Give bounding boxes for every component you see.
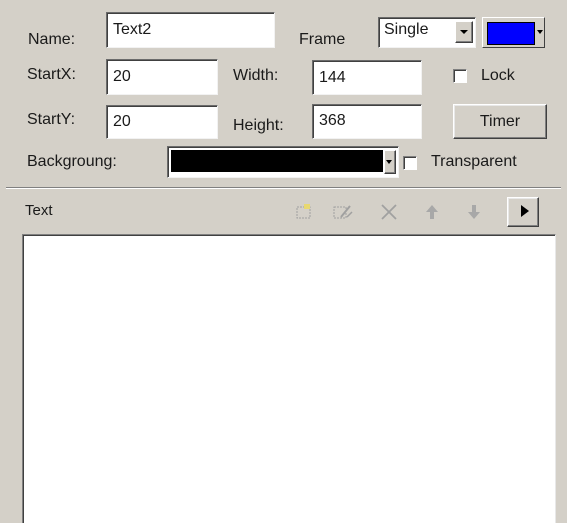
play-icon	[520, 204, 529, 217]
startx-field[interactable]	[106, 59, 218, 95]
starty-label: StartY:	[27, 111, 76, 128]
text-content-area[interactable]	[22, 234, 556, 523]
frame-style-dropdown-button[interactable]	[455, 21, 473, 43]
background-dropdown-button[interactable]	[384, 150, 396, 174]
startx-label: StartX:	[27, 66, 76, 83]
text-properties-panel: Name: Frame Single StartX: Width: Lock S…	[0, 0, 567, 523]
delete-icon[interactable]	[379, 202, 399, 222]
transparent-label: Transparent	[431, 153, 517, 170]
move-down-icon[interactable]	[466, 202, 486, 222]
background-color-select[interactable]	[167, 146, 399, 178]
frame-color-picker[interactable]	[482, 17, 545, 48]
frame-style-value: Single	[384, 21, 429, 38]
chevron-down-icon	[460, 30, 468, 34]
frame-color-swatch	[487, 22, 535, 45]
frame-label: Frame	[299, 31, 346, 48]
frame-style-select[interactable]: Single	[378, 17, 476, 48]
edit-item-icon[interactable]	[332, 202, 353, 222]
lock-checkbox[interactable]	[453, 69, 467, 83]
background-label: Backgroung:	[27, 153, 117, 170]
lock-label: Lock	[481, 67, 515, 84]
name-label: Name:	[28, 31, 76, 48]
section-divider	[6, 187, 561, 189]
chevron-down-icon	[537, 30, 543, 34]
transparent-checkbox[interactable]	[403, 156, 417, 170]
text-section-title: Text	[25, 202, 53, 219]
new-item-icon[interactable]	[294, 202, 314, 222]
move-up-icon[interactable]	[424, 202, 444, 222]
play-button[interactable]	[507, 197, 539, 227]
name-field[interactable]	[106, 12, 275, 48]
width-label: Width:	[233, 67, 279, 84]
background-color-swatch	[171, 150, 383, 172]
width-field[interactable]	[312, 60, 422, 95]
timer-button[interactable]: Timer	[453, 104, 547, 139]
height-field[interactable]	[312, 104, 422, 139]
chevron-down-icon	[386, 160, 392, 164]
height-label: Height:	[233, 117, 284, 134]
starty-field[interactable]	[106, 105, 218, 139]
